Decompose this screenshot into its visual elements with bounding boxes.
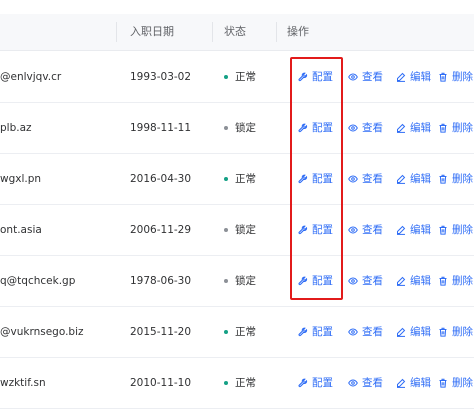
eye-icon [348, 276, 358, 286]
delete-label: 删除 [452, 224, 473, 236]
table-row: @vukrnsego.biz 2015-11-20 正常 配置 查看 编辑 删除 [0, 307, 474, 358]
actions-cell: 配置 查看 编辑 删除 [0, 307, 474, 357]
edit-label: 编辑 [410, 275, 431, 287]
view-label: 查看 [362, 224, 383, 236]
column-divider [116, 22, 117, 42]
configure-button[interactable]: 配置 [298, 358, 333, 408]
pencil-icon [396, 72, 406, 82]
table-row: plb.az 1998-11-11 锁定 配置 查看 编辑 删除 [0, 103, 474, 154]
wrench-icon [298, 327, 308, 337]
table-row: wgxl.pn 2016-04-30 正常 配置 查看 编辑 删除 [0, 154, 474, 205]
view-label: 查看 [362, 71, 383, 83]
column-divider [212, 22, 213, 42]
edit-label: 编辑 [410, 377, 431, 389]
edit-label: 编辑 [410, 173, 431, 185]
view-button[interactable]: 查看 [348, 154, 383, 204]
eye-icon [348, 72, 358, 82]
wrench-icon [298, 378, 308, 388]
view-label: 查看 [362, 122, 383, 134]
edit-button[interactable]: 编辑 [396, 154, 431, 204]
table-row: ont.asia 2006-11-29 锁定 配置 查看 编辑 删除 [0, 205, 474, 256]
actions-cell: 配置 查看 编辑 删除 [0, 256, 474, 306]
edit-label: 编辑 [410, 71, 431, 83]
delete-button[interactable]: 删除 [438, 307, 473, 357]
view-button[interactable]: 查看 [348, 103, 383, 153]
view-button[interactable]: 查看 [348, 256, 383, 306]
delete-label: 删除 [452, 377, 473, 389]
pencil-icon [396, 327, 406, 337]
delete-label: 删除 [452, 71, 473, 83]
actions-cell: 配置 查看 编辑 删除 [0, 205, 474, 255]
delete-button[interactable]: 删除 [438, 205, 473, 255]
delete-button[interactable]: 删除 [438, 256, 473, 306]
delete-button[interactable]: 删除 [438, 154, 473, 204]
pencil-icon [396, 174, 406, 184]
trash-icon [438, 174, 448, 184]
view-label: 查看 [362, 275, 383, 287]
edit-button[interactable]: 编辑 [396, 256, 431, 306]
trash-icon [438, 225, 448, 235]
column-header-actions: 操作 [287, 25, 309, 38]
delete-label: 删除 [452, 122, 473, 134]
edit-button[interactable]: 编辑 [396, 52, 431, 102]
trash-icon [438, 327, 448, 337]
configure-label: 配置 [312, 326, 333, 338]
eye-icon [348, 123, 358, 133]
configure-button[interactable]: 配置 [298, 307, 333, 357]
eye-icon [348, 327, 358, 337]
actions-cell: 配置 查看 编辑 删除 [0, 103, 474, 153]
delete-button[interactable]: 删除 [438, 52, 473, 102]
delete-button[interactable]: 删除 [438, 358, 473, 408]
table-row: @enlvjqv.cr 1993-03-02 正常 配置 查看 编辑 删除 [0, 52, 474, 103]
trash-icon [438, 276, 448, 286]
eye-icon [348, 225, 358, 235]
view-label: 查看 [362, 173, 383, 185]
column-divider [276, 22, 277, 42]
edit-label: 编辑 [410, 224, 431, 236]
view-label: 查看 [362, 326, 383, 338]
edit-button[interactable]: 编辑 [396, 205, 431, 255]
view-button[interactable]: 查看 [348, 358, 383, 408]
actions-cell: 配置 查看 编辑 删除 [0, 154, 474, 204]
view-button[interactable]: 查看 [348, 52, 383, 102]
trash-icon [438, 72, 448, 82]
edit-label: 编辑 [410, 326, 431, 338]
edit-button[interactable]: 编辑 [396, 307, 431, 357]
pencil-icon [396, 378, 406, 388]
delete-button[interactable]: 删除 [438, 103, 473, 153]
delete-label: 删除 [452, 173, 473, 185]
table-header: 入职日期 状态 操作 [0, 14, 474, 51]
delete-label: 删除 [452, 326, 473, 338]
eye-icon [348, 174, 358, 184]
actions-cell: 配置 查看 编辑 删除 [0, 358, 474, 408]
trash-icon [438, 123, 448, 133]
configure-column-highlight [290, 57, 343, 300]
edit-button[interactable]: 编辑 [396, 358, 431, 408]
pencil-icon [396, 225, 406, 235]
edit-label: 编辑 [410, 122, 431, 134]
column-header-hire-date: 入职日期 [130, 25, 174, 38]
eye-icon [348, 378, 358, 388]
edit-button[interactable]: 编辑 [396, 103, 431, 153]
table-row: wzktif.sn 2010-11-10 正常 配置 查看 编辑 删除 [0, 358, 474, 409]
view-button[interactable]: 查看 [348, 205, 383, 255]
pencil-icon [396, 123, 406, 133]
configure-label: 配置 [312, 377, 333, 389]
view-button[interactable]: 查看 [348, 307, 383, 357]
delete-label: 删除 [452, 275, 473, 287]
table-row: q@tqchcek.gp 1978-06-30 锁定 配置 查看 编辑 删除 [0, 256, 474, 307]
pencil-icon [396, 276, 406, 286]
trash-icon [438, 378, 448, 388]
actions-cell: 配置 查看 编辑 删除 [0, 52, 474, 102]
view-label: 查看 [362, 377, 383, 389]
column-header-status: 状态 [224, 25, 246, 38]
